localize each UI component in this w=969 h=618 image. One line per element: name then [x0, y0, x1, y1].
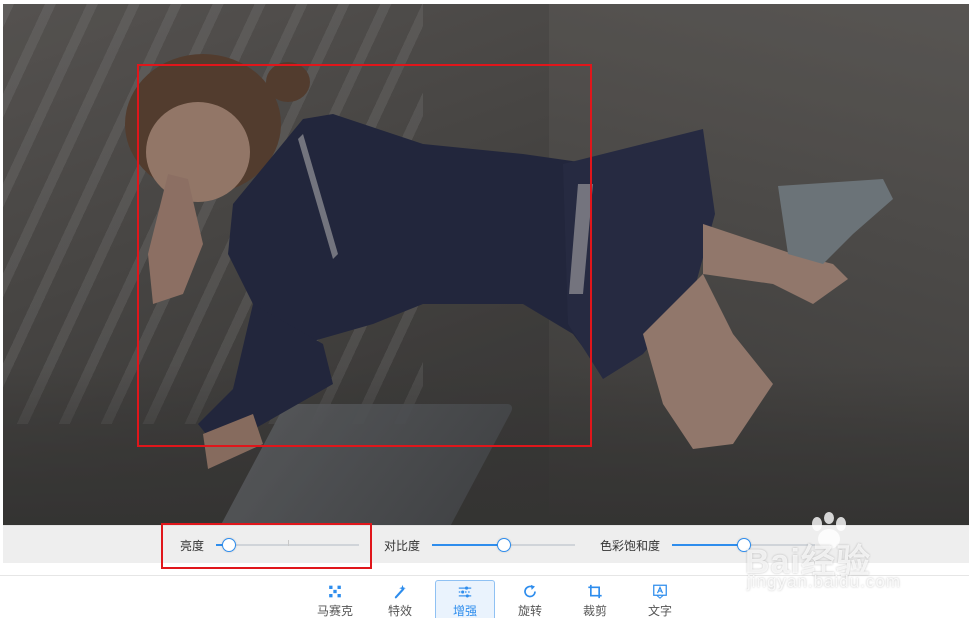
saturation-fill	[672, 544, 744, 546]
tool-mosaic[interactable]: 马赛克	[305, 580, 365, 618]
tool-mosaic-label: 马赛克	[316, 604, 353, 618]
contrast-thumb[interactable]	[496, 538, 511, 552]
tool-text[interactable]: 文字	[630, 580, 690, 618]
adjust-bar: 亮度 对比度 色彩饱和度	[3, 525, 969, 563]
saturation-slider-group: 色彩饱和度	[600, 526, 816, 564]
saturation-label: 色彩饱和度	[600, 538, 661, 553]
mosaic-icon	[329, 585, 341, 598]
photo-selection-box	[137, 64, 592, 447]
rotate-icon	[524, 584, 536, 598]
tool-enhance-label: 增强	[452, 604, 477, 618]
sliders-icon	[458, 586, 472, 598]
tool-rotate-label: 旋转	[517, 604, 542, 618]
tool-enhance[interactable]: 增强	[435, 580, 495, 618]
tool-text-label: 文字	[647, 604, 672, 618]
saturation-slider[interactable]	[672, 538, 816, 552]
editor-toolbar: 马赛克 特效 增强 旋转 裁剪 文字	[0, 575, 969, 618]
magic-wand-icon	[394, 584, 406, 599]
contrast-label: 对比度	[384, 538, 421, 553]
saturation-thumb[interactable]	[736, 538, 751, 552]
contrast-fill	[432, 544, 504, 546]
crop-icon	[588, 584, 602, 599]
brightness-highlight-box	[161, 523, 372, 569]
tool-crop-label: 裁剪	[582, 604, 607, 618]
tool-crop[interactable]: 裁剪	[565, 580, 625, 618]
tool-rotate[interactable]: 旋转	[500, 580, 560, 618]
contrast-slider-group: 对比度	[384, 526, 576, 564]
tool-effects[interactable]: 特效	[370, 580, 430, 618]
text-icon	[653, 584, 667, 599]
image-editor: 亮度 对比度 色彩饱和度 马赛克 特效 增强 旋转 裁剪 文字 Bai经验 ji…	[0, 0, 969, 618]
contrast-slider[interactable]	[432, 538, 576, 552]
tool-effects-label: 特效	[387, 604, 412, 618]
